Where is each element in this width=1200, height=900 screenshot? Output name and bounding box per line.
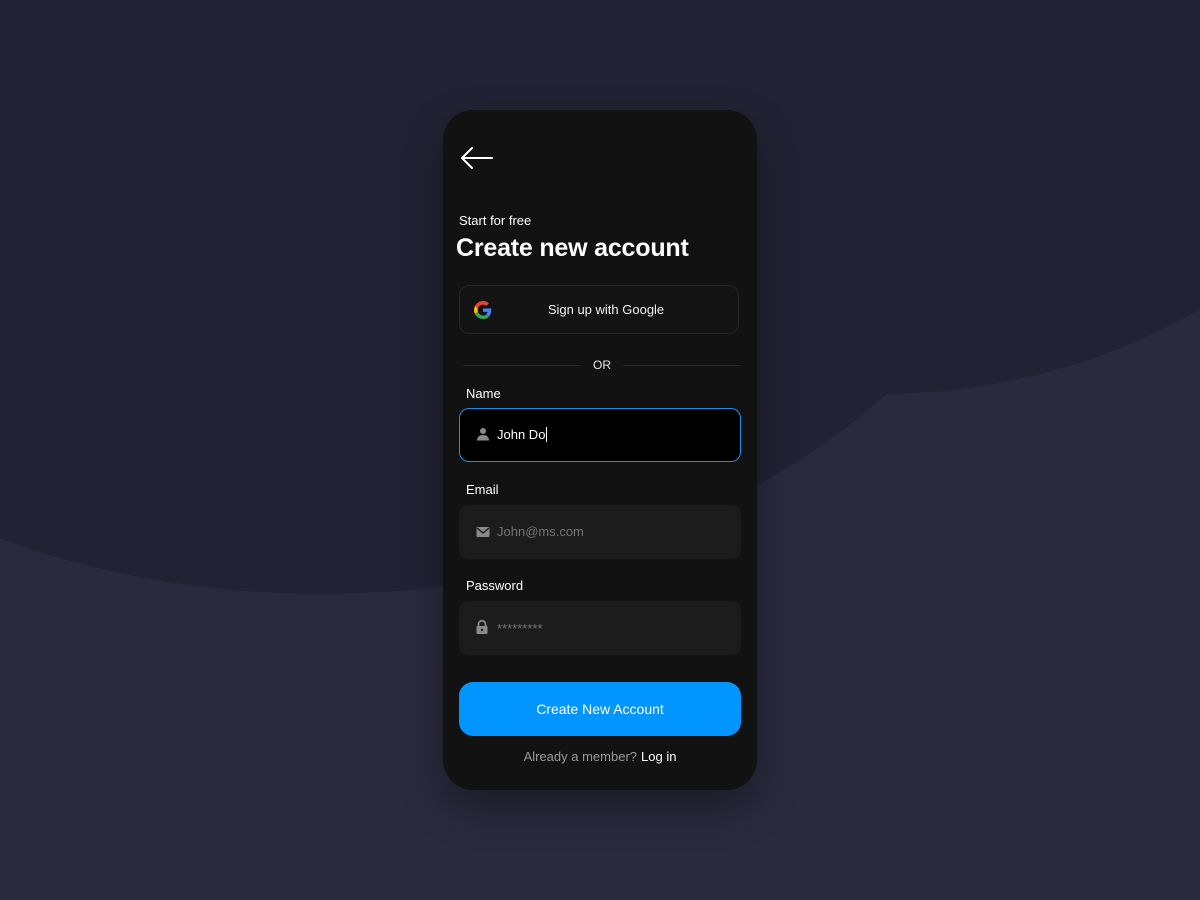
arrow-left-icon (461, 147, 493, 169)
signup-card: Start for free Create new account Sign u… (443, 110, 757, 790)
page-subtitle: Start for free (459, 213, 532, 228)
name-value: John Do (497, 427, 548, 442)
mail-icon (476, 527, 490, 537)
login-link[interactable]: Log in (641, 749, 676, 764)
google-signup-button[interactable]: Sign up with Google (459, 285, 739, 334)
create-account-button[interactable]: Create New Account (459, 682, 741, 736)
email-input[interactable] (497, 524, 727, 539)
lock-icon (476, 619, 488, 634)
email-label: Email (466, 482, 499, 497)
back-button[interactable] (459, 144, 495, 172)
divider-line (463, 365, 581, 366)
divider-line (623, 365, 741, 366)
login-prompt: Already a member? Log in (443, 749, 757, 764)
page-title: Create new account (456, 234, 689, 262)
text-caret (546, 427, 548, 442)
email-field[interactable] (459, 505, 741, 559)
google-signup-label: Sign up with Google (547, 302, 665, 317)
password-field[interactable] (459, 601, 741, 655)
user-icon (477, 428, 489, 441)
name-label: Name (466, 386, 501, 401)
password-label: Password (466, 578, 524, 593)
login-prompt-text: Already a member? (523, 749, 638, 764)
divider-text: OR (593, 358, 611, 372)
name-field[interactable]: John Do (459, 408, 741, 462)
password-input[interactable] (497, 621, 727, 636)
